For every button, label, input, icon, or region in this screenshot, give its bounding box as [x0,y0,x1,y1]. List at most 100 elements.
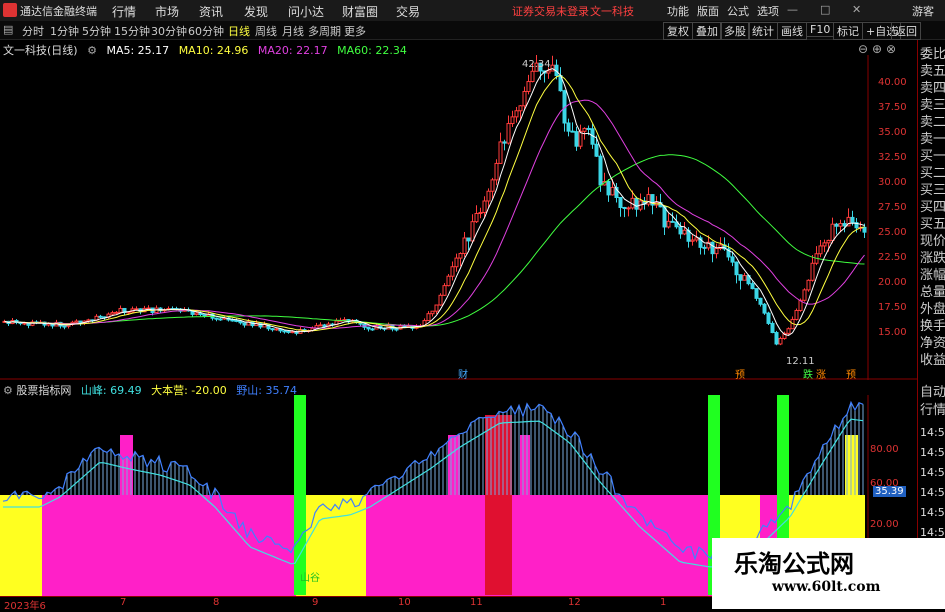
candle-body [734,261,739,276]
ind-tick-20: 20.00 [870,519,899,530]
price-tick-4: 30.00 [878,177,907,188]
candle-body [114,311,119,314]
candle-body [478,211,483,214]
period-30min[interactable]: 30分钟 [151,23,187,39]
candle-body [366,326,371,330]
candle-body [618,197,623,208]
menu-shichang[interactable]: 市场 [155,3,179,20]
candle-body [802,289,807,301]
period-fenshi[interactable]: 分时 [22,23,44,39]
candlestick-chart[interactable]: 42.34 12.11 [0,55,917,380]
zoom-in-icon[interactable]: ⊕ [872,42,882,56]
quote-field-14: 总量 [920,285,945,300]
candle-body [482,200,487,213]
period-more[interactable]: 更多 [344,23,366,39]
fullscreen-icon[interactable]: ⊗ [886,42,896,56]
price-tick-10: 15.00 [878,327,907,338]
candle-body [738,274,743,281]
event-marker-cai[interactable]: 财 [458,366,468,381]
candle-body [682,229,687,235]
guest-login[interactable]: 游客 [912,3,934,19]
app-logo-icon [3,3,17,17]
menu-zixun[interactable]: 资讯 [199,3,223,20]
candle-body [502,141,507,144]
candle-body [530,70,535,83]
menu-wenxiaoda[interactable]: 问小达 [288,3,324,20]
fuquan-button[interactable]: 复权 [663,22,693,40]
menu-jiaoyi[interactable]: 交易 [396,3,420,20]
tongji-button[interactable]: 统计 [748,22,778,40]
login-notice[interactable]: 证券交易未登录 [512,3,589,19]
quote-field-2: 卖四 [920,81,945,96]
date-10: 10 [398,597,411,608]
period-1min[interactable]: 1分钟 [50,23,79,39]
date-9: 9 [312,597,319,608]
price-tick-1: 37.50 [878,102,907,113]
candle-body [622,206,627,209]
menu-caifuquan[interactable]: 财富圈 [342,3,378,20]
period-60min[interactable]: 60分钟 [188,23,224,39]
biaoji-button[interactable]: 标记 [833,22,863,40]
panel-tab-1[interactable]: 行情 [920,404,945,417]
candle-body [566,122,571,132]
candle-body [606,180,611,196]
candle-body [194,312,199,315]
candle-body [754,288,759,299]
candle-body [274,328,279,331]
menu-faxian[interactable]: 发现 [244,3,268,20]
tick-time-1: 14:50 [920,446,945,459]
candle-body [118,307,123,313]
back-button[interactable]: 返回 [891,22,921,40]
app-name: 通达信金融终端 [20,5,97,18]
minimize-icon[interactable]: — [787,3,798,16]
period-15min[interactable]: 15分钟 [114,23,150,39]
menu-gongshi[interactable]: 公式 [727,3,749,19]
period-daily[interactable]: 日线 [228,23,250,39]
menu-xuanxiang[interactable]: 选项 [757,3,779,19]
candle-body [582,127,587,132]
list-icon[interactable]: ▤ [3,23,13,36]
candle-body [494,162,499,181]
candle-body [218,318,223,321]
candle-body [290,331,295,334]
f10-button[interactable]: F10 [806,22,835,37]
menu-hangqing[interactable]: 行情 [112,3,136,20]
event-marker-zhang[interactable]: 涨 [816,366,826,381]
event-marker-yu-2[interactable]: 预 [846,366,856,381]
candle-body [470,221,475,242]
ind-tick-80: 80.00 [870,444,899,455]
candle-body [234,319,239,322]
candle-body [110,312,115,315]
period-monthly[interactable]: 月线 [282,23,304,39]
period-weekly[interactable]: 周线 [255,23,277,39]
indicator-spike [448,435,460,595]
panel-tab-0[interactable]: 自动 [920,386,945,399]
candle-body [430,310,435,315]
valley-label: 山谷 [300,572,320,584]
event-marker-yu-1[interactable]: 预 [735,366,745,381]
event-marker-die[interactable]: 跌 [803,366,813,381]
menu-banmian[interactable]: 版面 [697,3,719,19]
candle-body [74,320,79,323]
candle-body [850,216,855,224]
ind-current-value: 35.39 [873,486,906,497]
candle-body [446,275,451,287]
candle-body [774,332,779,345]
maximize-icon[interactable]: □ [820,3,830,16]
candle-body [842,223,847,227]
huaxian-button[interactable]: 画线 [777,22,807,40]
period-toolbar: ▤ 分时 1分钟 5分钟 15分钟 30分钟 60分钟 日线 周线 月线 多周期… [0,21,945,40]
candle-body [762,303,767,314]
candle-body [62,325,67,328]
period-multi[interactable]: 多周期 [308,23,341,39]
candle-body [610,186,615,196]
close-icon[interactable]: ✕ [852,3,861,16]
diejia-button[interactable]: 叠加 [692,22,722,40]
price-tick-6: 25.00 [878,227,907,238]
zoom-out-icon[interactable]: ⊖ [858,42,868,56]
period-5min[interactable]: 5分钟 [82,23,111,39]
candle-body [454,257,459,268]
duogu-button[interactable]: 多股 [720,22,750,40]
menu-gongneng[interactable]: 功能 [667,3,689,19]
watermark-title: 乐淘公式网 [734,550,854,578]
